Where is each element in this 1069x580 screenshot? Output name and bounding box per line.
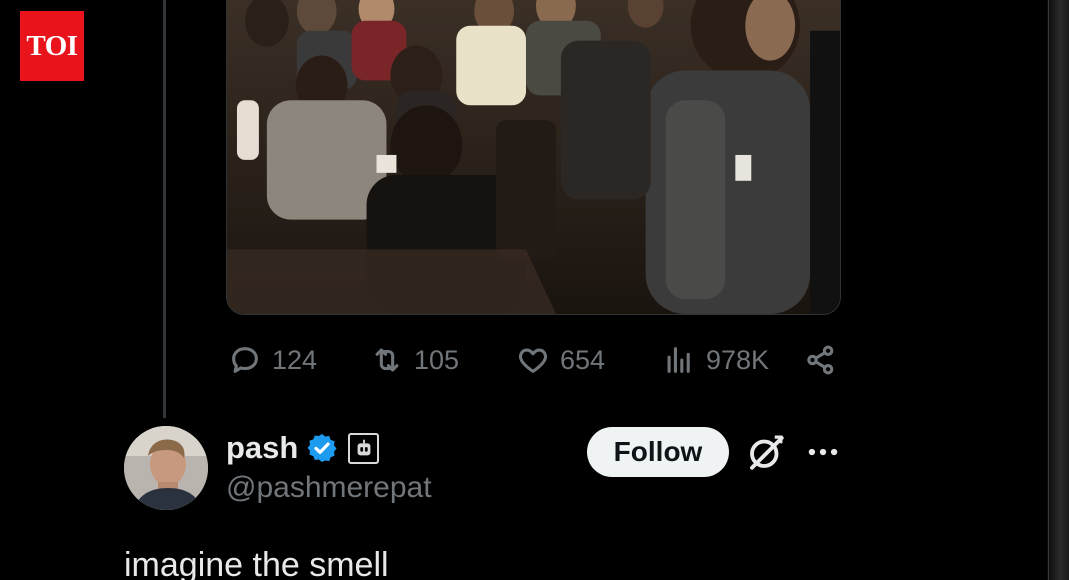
- window-edge-line: [1048, 0, 1049, 580]
- robot-icon: [357, 439, 371, 456]
- tweet-thread-view: TOI 124 105 654 978K pash @pashmerepat F…: [0, 0, 1069, 580]
- automated-account-badge: [348, 432, 380, 464]
- repost-button[interactable]: 105: [370, 340, 459, 380]
- grok-icon[interactable]: [745, 431, 787, 473]
- analytics-icon: [667, 347, 690, 373]
- display-name[interactable]: pash: [226, 430, 298, 466]
- follow-button[interactable]: Follow: [587, 427, 729, 477]
- share-button[interactable]: [804, 340, 838, 380]
- views-count: 978K: [706, 344, 770, 375]
- avatar[interactable]: [124, 426, 208, 510]
- heart-icon: [519, 348, 547, 373]
- views-button[interactable]: 978K: [662, 340, 769, 380]
- window-edge-shadow: [1047, 0, 1069, 580]
- toi-watermark-logo: TOI: [20, 11, 84, 81]
- reply-count: 124: [272, 344, 318, 375]
- user-handle[interactable]: @pashmerepat: [226, 471, 432, 505]
- like-button[interactable]: 654: [516, 340, 605, 380]
- thread-connector-line: [163, 0, 166, 418]
- tweet-media-photo[interactable]: [226, 0, 841, 315]
- verified-badge-icon: [307, 434, 337, 462]
- tweet-action-bar: 124 105 654 978K: [226, 340, 841, 380]
- reply-button[interactable]: 124: [228, 340, 317, 380]
- share-icon: [807, 345, 834, 375]
- tweet-text: imagine the smell: [124, 546, 389, 580]
- repost-count: 105: [414, 344, 460, 375]
- more-options-icon[interactable]: [804, 436, 842, 468]
- reply-icon: [232, 347, 258, 373]
- user-photo-icon: [124, 426, 208, 510]
- user-name-row: pash: [226, 428, 380, 468]
- repost-icon: [375, 348, 399, 372]
- like-count: 654: [560, 344, 606, 375]
- photo-crowd-seated-icon: [227, 0, 840, 314]
